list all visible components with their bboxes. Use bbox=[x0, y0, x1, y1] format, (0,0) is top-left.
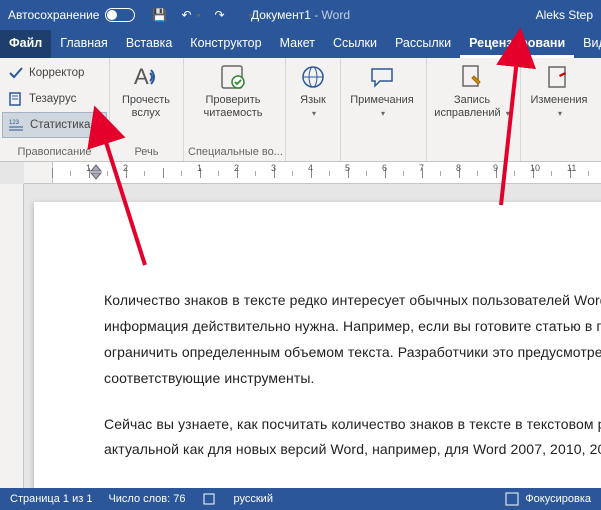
group-tracking: Запись исправлений ▾ bbox=[427, 58, 521, 161]
group-proofing: Корректор Тезаурус 123 Статистика Правоп… bbox=[0, 58, 110, 161]
editor-button[interactable]: Корректор bbox=[2, 60, 107, 86]
ruler-ticks: 12123456789101112131415 bbox=[52, 165, 601, 181]
read-aloud-icon: A bbox=[131, 62, 161, 92]
comments-label: Примечания bbox=[350, 94, 414, 106]
chevron-down-icon: ▾ bbox=[196, 11, 200, 20]
comment-icon bbox=[367, 62, 397, 92]
editor-label: Корректор bbox=[29, 67, 84, 79]
language-label: Язык bbox=[300, 94, 326, 106]
undo-button[interactable]: ↶▾ bbox=[175, 3, 203, 27]
group-caption-tracking bbox=[427, 144, 520, 161]
tab-insert[interactable]: Вставка bbox=[117, 30, 181, 58]
globe-icon bbox=[298, 62, 328, 92]
status-focus-mode[interactable]: Фокусировка bbox=[504, 491, 591, 507]
paragraph[interactable]: Количество знаков в тексте редко интерес… bbox=[104, 288, 601, 392]
check-accessibility-button[interactable]: Проверить читаемость bbox=[184, 58, 282, 144]
tab-home[interactable]: Главная bbox=[51, 30, 117, 58]
chevron-down-icon: ▾ bbox=[312, 109, 316, 118]
window-title: Документ1 - Word bbox=[251, 8, 350, 22]
chevron-down-icon: ▾ bbox=[558, 109, 562, 118]
document-name: Документ1 bbox=[251, 8, 311, 22]
save-button[interactable]: 💾 bbox=[145, 3, 173, 27]
redo-icon: ↷ bbox=[211, 7, 227, 23]
page[interactable]: Количество знаков в тексте редко интерес… bbox=[34, 202, 601, 488]
status-language[interactable]: русский bbox=[234, 493, 273, 505]
group-accessibility: Проверить читаемость Специальные во... bbox=[184, 58, 286, 161]
document-area[interactable]: Количество знаков в тексте редко интерес… bbox=[24, 184, 601, 488]
proofing-icon bbox=[202, 491, 218, 507]
tab-layout[interactable]: Макет bbox=[271, 30, 324, 58]
group-caption-language bbox=[286, 144, 340, 161]
read-aloud-label: Прочесть вслух bbox=[122, 94, 170, 119]
chevron-down-icon: ▾ bbox=[506, 109, 510, 118]
chevron-down-icon: ▾ bbox=[381, 109, 385, 118]
changes-button[interactable]: Изменения ▾ bbox=[521, 58, 597, 144]
group-language: Язык ▾ bbox=[286, 58, 341, 161]
word-count-label: Статистика bbox=[30, 119, 90, 131]
changes-label: Изменения bbox=[531, 94, 588, 106]
redo-button[interactable]: ↷ bbox=[205, 3, 233, 27]
user-account[interactable]: Aleks Step bbox=[536, 8, 593, 22]
thesaurus-label: Тезаурус bbox=[29, 93, 76, 105]
quick-access-toolbar: 💾 ↶▾ ↷ ▾ bbox=[145, 3, 263, 27]
language-button[interactable]: Язык ▾ bbox=[286, 58, 340, 144]
autosave-label: Автосохранение bbox=[8, 8, 99, 22]
tab-view[interactable]: Вид bbox=[574, 30, 601, 58]
tab-references[interactable]: Ссылки bbox=[324, 30, 386, 58]
status-page[interactable]: Страница 1 из 1 bbox=[10, 493, 92, 505]
status-word-count[interactable]: Число слов: 76 bbox=[108, 493, 185, 505]
word-count-button[interactable]: 123 Статистика bbox=[2, 112, 107, 138]
track-changes-label: Запись исправлений bbox=[434, 94, 500, 119]
paragraph[interactable]: Сейчас вы узнаете, как посчитать количес… bbox=[104, 412, 601, 464]
accessibility-icon bbox=[218, 62, 248, 92]
app-name: - Word bbox=[311, 8, 350, 22]
ribbon-tabs: Файл Главная Вставка Конструктор Макет С… bbox=[0, 30, 601, 58]
tab-review[interactable]: Рецензировани bbox=[460, 30, 574, 58]
svg-text:A: A bbox=[134, 64, 149, 89]
tab-design[interactable]: Конструктор bbox=[181, 30, 270, 58]
group-caption-accessibility: Специальные во... bbox=[184, 144, 285, 161]
group-comments: Примечания ▾ bbox=[341, 58, 427, 161]
svg-text:123: 123 bbox=[9, 120, 20, 126]
track-changes-button[interactable]: Запись исправлений ▾ bbox=[427, 58, 517, 144]
read-aloud-button[interactable]: A Прочесть вслух bbox=[110, 58, 182, 144]
statusbar: Страница 1 из 1 Число слов: 76 русский Ф… bbox=[0, 488, 601, 510]
ribbon: Корректор Тезаурус 123 Статистика Правоп… bbox=[0, 58, 601, 162]
group-speech: A Прочесть вслух Речь bbox=[110, 58, 184, 161]
focus-icon bbox=[504, 491, 520, 507]
tab-mailings[interactable]: Рассылки bbox=[386, 30, 460, 58]
check-icon bbox=[8, 65, 24, 81]
titlebar: Автосохранение 💾 ↶▾ ↷ ▾ Документ1 - Word… bbox=[0, 0, 601, 30]
ruler-vertical[interactable] bbox=[0, 184, 24, 488]
group-changes: Изменения ▾ bbox=[521, 58, 601, 161]
count-icon: 123 bbox=[9, 117, 25, 133]
group-caption-changes bbox=[521, 144, 601, 161]
tab-file[interactable]: Файл bbox=[0, 30, 51, 58]
book-icon bbox=[8, 91, 24, 107]
comments-button[interactable]: Примечания ▾ bbox=[341, 58, 423, 144]
toggle-off-icon[interactable] bbox=[105, 8, 135, 22]
group-caption-proofing: Правописание bbox=[0, 144, 109, 161]
undo-icon: ↶ bbox=[178, 7, 194, 23]
status-proofing[interactable] bbox=[202, 491, 218, 507]
group-caption-comments bbox=[341, 144, 426, 161]
check-accessibility-label: Проверить читаемость bbox=[204, 94, 263, 119]
changes-icon bbox=[544, 62, 574, 92]
save-icon: 💾 bbox=[151, 7, 167, 23]
group-caption-speech: Речь bbox=[110, 144, 183, 161]
ruler-horizontal[interactable]: 12123456789101112131415 bbox=[24, 162, 601, 184]
autosave-toggle[interactable]: Автосохранение bbox=[0, 8, 135, 22]
track-changes-icon bbox=[457, 62, 487, 92]
thesaurus-button[interactable]: Тезаурус bbox=[2, 86, 107, 112]
